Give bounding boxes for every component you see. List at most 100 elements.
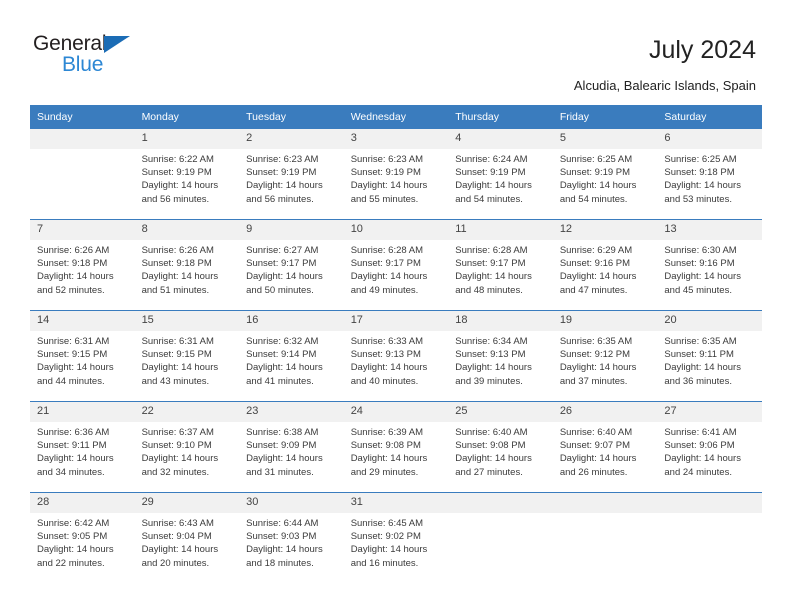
calendar-day-cell[interactable]: 29 Sunrise: 6:43 AM Sunset: 9:04 PM Dayligh…: [134, 492, 240, 583]
sunset-text: Sunset: 9:08 PM: [455, 440, 526, 452]
daylight-text-line2: and 45 minutes.: [664, 284, 732, 296]
calendar-day-cell[interactable]: 31 Sunrise: 6:45 AM Sunset: 9:02 PM Dayligh…: [343, 492, 449, 583]
calendar-day-cell[interactable]: 6 Sunrise: 6:25 AM Sunset: 9:18 PM Daylight…: [657, 128, 762, 220]
day-number: 20: [657, 311, 762, 331]
day-number: 16: [239, 311, 344, 331]
day-details: Sunrise: 6:40 AM Sunset: 9:07 PM Daylight:…: [553, 422, 658, 479]
calendar-day-cell[interactable]: 22 Sunrise: 6:37 AM Sunset: 9:10 PM Dayligh…: [134, 401, 240, 493]
daylight-text-line1: Daylight: 14 hours: [141, 362, 219, 374]
daylight-text-line2: and 27 minutes.: [455, 466, 523, 478]
daylight-text-line2: and 20 minutes.: [141, 557, 210, 569]
calendar-day-cell[interactable]: 12 Sunrise: 6:29 AM Sunset: 9:16 PM Dayligh…: [552, 219, 658, 311]
daylight-text-line2: and 37 minutes.: [559, 375, 628, 387]
general-blue-logo[interactable]: General Blue: [33, 33, 213, 81]
sunrise-text: Sunrise: 6:41 AM: [664, 427, 737, 438]
day-number: 26: [552, 402, 658, 422]
day-details: Sunrise: 6:28 AM Sunset: 9:17 PM Daylight:…: [344, 240, 449, 297]
day-number: 4: [448, 129, 553, 149]
daylight-text-line1: Daylight: 14 hours: [559, 271, 637, 283]
calendar-day-cell[interactable]: 13 Sunrise: 6:30 AM Sunset: 9:16 PM Dayligh…: [657, 219, 762, 311]
day-number: 15: [134, 311, 240, 331]
daylight-text-line1: Daylight: 14 hours: [141, 271, 219, 283]
daylight-text-line1: Daylight: 14 hours: [246, 544, 323, 556]
day-details: Sunrise: 6:36 AM Sunset: 9:11 PM Daylight:…: [30, 422, 135, 479]
calendar-day-cell[interactable]: 9 Sunrise: 6:27 AM Sunset: 9:17 PM Daylight…: [239, 219, 344, 311]
calendar-day-cell[interactable]: 16 Sunrise: 6:32 AM Sunset: 9:14 PM Dayligh…: [239, 310, 344, 402]
day-details: Sunrise: 6:39 AM Sunset: 9:08 PM Daylight:…: [344, 422, 449, 479]
calendar-day-cell[interactable]: 19 Sunrise: 6:35 AM Sunset: 9:12 PM Dayligh…: [552, 310, 658, 402]
calendar-day-cell[interactable]: 27 Sunrise: 6:41 AM Sunset: 9:06 PM Dayligh…: [657, 401, 762, 493]
day-number: 31: [343, 493, 449, 513]
calendar-day-cell[interactable]: 24 Sunrise: 6:39 AM Sunset: 9:08 PM Dayligh…: [343, 401, 449, 493]
daylight-text-line2: and 52 minutes.: [37, 284, 105, 296]
day-details: Sunrise: 6:24 AM Sunset: 9:19 PM Daylight:…: [448, 149, 553, 206]
sunrise-text: Sunrise: 6:38 AM: [246, 427, 319, 438]
day-details: Sunrise: 6:31 AM Sunset: 9:15 PM Daylight:…: [135, 331, 240, 388]
sunrise-text: Sunrise: 6:37 AM: [141, 427, 214, 438]
sunrise-text: Sunrise: 6:32 AM: [246, 336, 319, 347]
day-number: [552, 493, 658, 513]
day-number: 24: [343, 402, 449, 422]
calendar-day-cell[interactable]: 1 Sunrise: 6:22 AM Sunset: 9:19 PM Daylight…: [134, 128, 240, 220]
daylight-text-line2: and 55 minutes.: [350, 193, 419, 205]
calendar-header-row: Sunday Monday Tuesday Wednesday Thursday Frid…: [30, 105, 762, 129]
calendar-day-cell-empty: [552, 492, 658, 583]
day-details: Sunrise: 6:42 AM Sunset: 9:05 PM Daylight:…: [30, 513, 135, 570]
calendar-day-cell[interactable]: 2 Sunrise: 6:23 AM Sunset: 9:19 PM Daylight…: [239, 128, 344, 220]
daylight-text-line1: Daylight: 14 hours: [141, 453, 219, 465]
day-number: 1: [134, 129, 240, 149]
calendar-day-cell[interactable]: 17 Sunrise: 6:33 AM Sunset: 9:13 PM Dayligh…: [343, 310, 449, 402]
calendar-day-cell[interactable]: 5 Sunrise: 6:25 AM Sunset: 9:19 PM Daylight…: [552, 128, 658, 220]
daylight-text-line2: and 26 minutes.: [559, 466, 628, 478]
calendar-day-cell[interactable]: 10 Sunrise: 6:28 AM Sunset: 9:17 PM Dayligh…: [343, 219, 449, 311]
sunrise-text: Sunrise: 6:33 AM: [350, 336, 424, 347]
calendar-day-cell[interactable]: 8 Sunrise: 6:26 AM Sunset: 9:18 PM Daylight…: [134, 219, 240, 311]
sunrise-text: Sunrise: 6:43 AM: [141, 518, 214, 529]
sunrise-text: Sunrise: 6:31 AM: [141, 336, 214, 347]
sunset-text: Sunset: 9:18 PM: [141, 258, 212, 270]
day-details: Sunrise: 6:25 AM Sunset: 9:19 PM Daylight:…: [553, 149, 658, 206]
day-details: Sunrise: 6:23 AM Sunset: 9:19 PM Daylight:…: [344, 149, 449, 206]
daylight-text-line2: and 29 minutes.: [350, 466, 419, 478]
calendar-day-cell[interactable]: 23 Sunrise: 6:38 AM Sunset: 9:09 PM Dayligh…: [239, 401, 344, 493]
sunrise-text: Sunrise: 6:23 AM: [350, 154, 424, 165]
sunrise-text: Sunrise: 6:27 AM: [246, 245, 319, 256]
day-details: Sunrise: 6:26 AM Sunset: 9:18 PM Daylight:…: [30, 240, 135, 297]
calendar-day-cell[interactable]: 7 Sunrise: 6:26 AM Sunset: 9:18 PM Daylight…: [30, 219, 135, 311]
calendar-day-cell[interactable]: 26 Sunrise: 6:40 AM Sunset: 9:07 PM Dayligh…: [552, 401, 658, 493]
daylight-text-line1: Daylight: 14 hours: [141, 544, 219, 556]
daylight-text-line2: and 43 minutes.: [141, 375, 210, 387]
calendar-day-cell[interactable]: 18 Sunrise: 6:34 AM Sunset: 9:13 PM Dayligh…: [448, 310, 553, 402]
calendar-day-cell[interactable]: 28 Sunrise: 6:42 AM Sunset: 9:05 PM Dayligh…: [30, 492, 135, 583]
calendar-day-cell[interactable]: 30 Sunrise: 6:44 AM Sunset: 9:03 PM Dayligh…: [239, 492, 344, 583]
sunset-text: Sunset: 9:11 PM: [664, 349, 734, 361]
day-number: [657, 493, 762, 513]
day-details: Sunrise: 6:22 AM Sunset: 9:19 PM Daylight:…: [135, 149, 240, 206]
calendar-day-cell[interactable]: 21 Sunrise: 6:36 AM Sunset: 9:11 PM Dayligh…: [30, 401, 135, 493]
daylight-text-line1: Daylight: 14 hours: [559, 180, 637, 192]
calendar-day-cell[interactable]: 15 Sunrise: 6:31 AM Sunset: 9:15 PM Dayligh…: [134, 310, 240, 402]
day-number: 22: [134, 402, 240, 422]
daylight-text-line2: and 22 minutes.: [37, 557, 105, 569]
calendar-day-cell[interactable]: 11 Sunrise: 6:28 AM Sunset: 9:17 PM Dayligh…: [448, 219, 553, 311]
sunrise-text: Sunrise: 6:29 AM: [559, 245, 633, 256]
day-details: Sunrise: 6:26 AM Sunset: 9:18 PM Daylight:…: [135, 240, 240, 297]
daylight-text-line2: and 56 minutes.: [246, 193, 314, 205]
sunrise-text: Sunrise: 6:30 AM: [664, 245, 737, 256]
day-details: Sunrise: 6:32 AM Sunset: 9:14 PM Daylight:…: [239, 331, 344, 388]
day-number: 28: [30, 493, 135, 513]
calendar-day-cell[interactable]: 14 Sunrise: 6:31 AM Sunset: 9:15 PM Dayligh…: [30, 310, 135, 402]
calendar-day-cell[interactable]: 20 Sunrise: 6:35 AM Sunset: 9:11 PM Dayligh…: [657, 310, 762, 402]
daylight-text-line2: and 44 minutes.: [37, 375, 105, 387]
day-details: Sunrise: 6:31 AM Sunset: 9:15 PM Daylight:…: [30, 331, 135, 388]
sunrise-text: Sunrise: 6:23 AM: [246, 154, 319, 165]
sunrise-text: Sunrise: 6:25 AM: [559, 154, 633, 165]
calendar-day-cell[interactable]: 3 Sunrise: 6:23 AM Sunset: 9:19 PM Daylight…: [343, 128, 449, 220]
calendar-day-cell[interactable]: 4 Sunrise: 6:24 AM Sunset: 9:19 PM Daylight…: [448, 128, 553, 220]
daylight-text-line1: Daylight: 14 hours: [350, 180, 428, 192]
daylight-text-line2: and 49 minutes.: [350, 284, 419, 296]
day-number: 12: [552, 220, 658, 240]
sunset-text: Sunset: 9:06 PM: [664, 440, 735, 452]
daylight-text-line2: and 56 minutes.: [141, 193, 210, 205]
calendar-day-cell[interactable]: 25 Sunrise: 6:40 AM Sunset: 9:08 PM Dayligh…: [448, 401, 553, 493]
